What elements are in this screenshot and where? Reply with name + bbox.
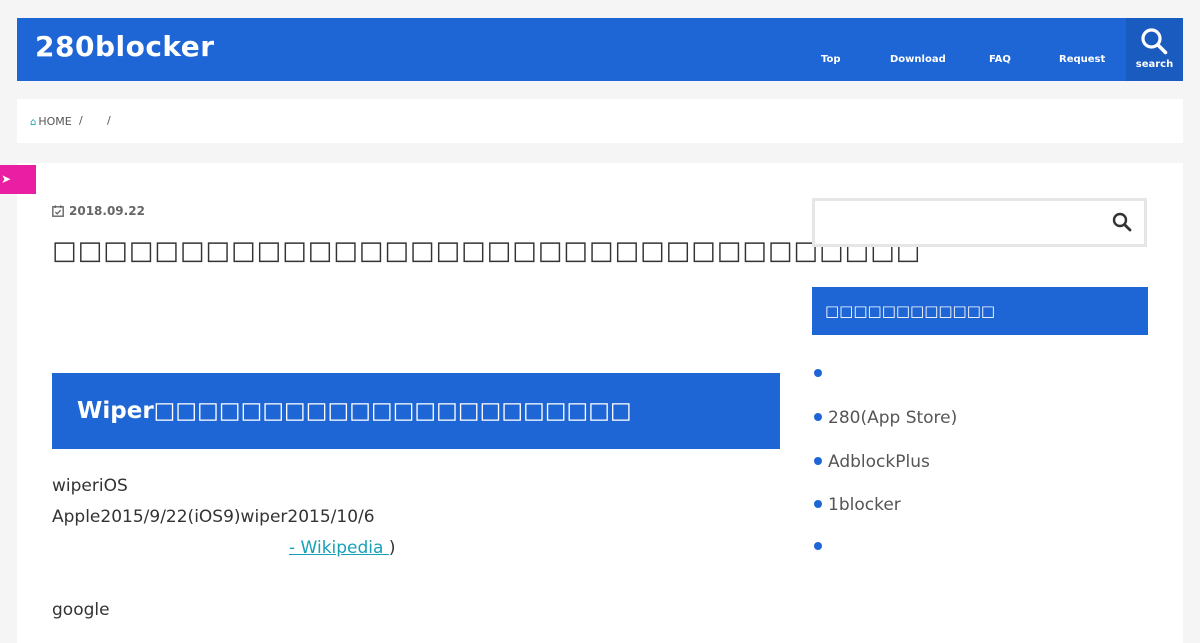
breadcrumb-home[interactable]: ⌂ HOME [30,115,72,128]
share-tab[interactable]: ➤ [0,165,36,194]
bullet-icon [814,542,822,550]
site-title[interactable]: 280blocker [35,30,215,63]
bullet-icon [814,457,822,465]
sidebar-item-label: AdblockPlus [828,452,930,472]
header-search-button[interactable]: search [1126,18,1183,81]
paragraph-line: wiperiOS [52,476,128,496]
paragraph-line: Apple2015/9/22(iOS9)wiper2015/10/6 [52,507,375,527]
home-icon: ⌂ [30,117,37,128]
wikipedia-citation: - Wikipedia ) [289,538,396,558]
post-date: 2018.09.22 [52,204,145,218]
site-header: 280blocker Top Download FAQ Request sear… [17,18,1183,81]
sidebar-search-input[interactable] [815,201,1095,244]
sidebar-list-item[interactable]: 1blocker [814,495,901,515]
post-title: □□□□□□□□□□□□□□□□□□□□□□□□□□□□□□□□□□ [52,236,922,266]
sidebar-item-label: 1blocker [828,495,901,515]
wikipedia-link[interactable]: - Wikipedia [289,538,389,558]
breadcrumb-home-label: HOME [38,115,72,128]
bullet-icon [814,369,822,377]
nav-request[interactable]: Request [1059,54,1105,65]
sidebar-item-label: 280(App Store) [828,408,958,428]
section-heading: Wiper□□□□□□□□□□□□□□□□□□□□□□ [52,373,780,449]
nav-top[interactable]: Top [821,54,841,65]
calendar-check-icon [52,205,64,217]
search-icon[interactable] [1112,212,1132,232]
nav-download[interactable]: Download [890,54,946,65]
bullet-icon [814,500,822,508]
sidebar-list-item[interactable]: 280(App Store) [814,408,957,428]
sidebar-widget-title: □□□□□□□□□□□□ [812,287,1148,335]
breadcrumb-separator: / [107,114,111,127]
breadcrumb: ⌂ HOME / / [17,99,1183,143]
search-label: search [1135,59,1174,70]
breadcrumb-separator: / [79,114,83,127]
search-icon [1141,28,1168,55]
post-date-text: 2018.09.22 [69,204,145,218]
bullet-icon [814,413,822,421]
arrow-icon: ➤ [1,172,12,186]
sidebar-search [812,198,1147,247]
nav-faq[interactable]: FAQ [989,54,1011,65]
sidebar-list-item[interactable]: AdblockPlus [814,452,930,472]
citation-close: ) [388,538,396,558]
sidebar-list-item[interactable] [814,537,828,557]
paragraph-line: google [52,600,110,620]
sidebar-list-item[interactable] [814,364,828,384]
